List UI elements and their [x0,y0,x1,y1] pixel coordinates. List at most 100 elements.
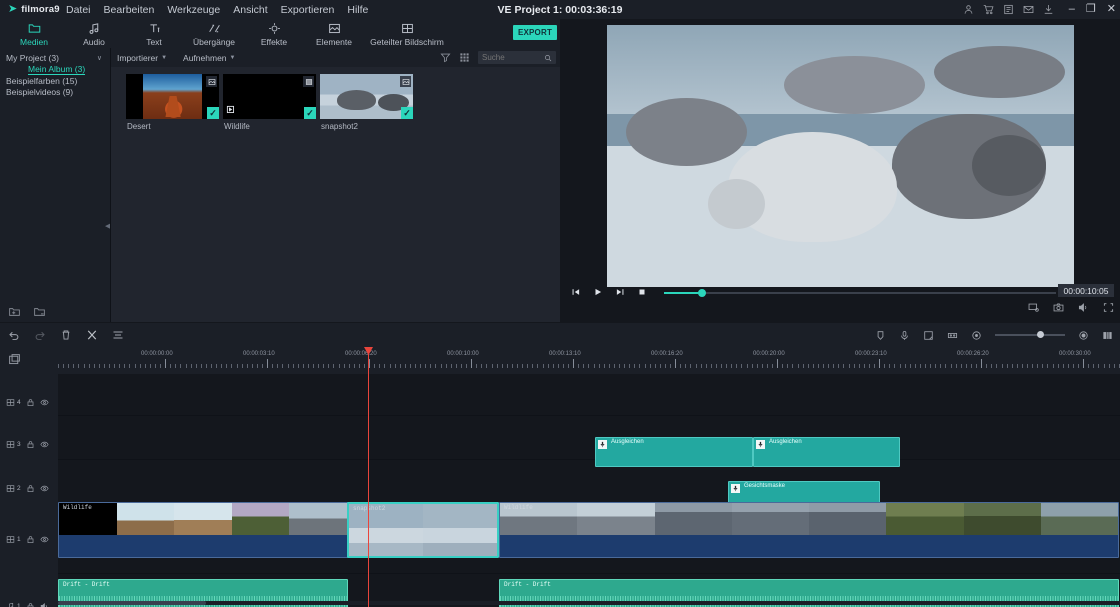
ruler-tick [83,364,85,368]
ruler-tick [262,364,263,368]
snapshot-screen-icon[interactable] [1028,302,1039,313]
search-icon[interactable] [544,54,552,62]
timeline-clip-wildlife-2[interactable]: Wildlife [499,502,1119,558]
remove-folder-icon[interactable] [33,306,46,318]
ribbon-tab-elemente[interactable]: Elemente [304,20,364,47]
lock-icon[interactable] [26,398,35,407]
menu-item-ansicht[interactable]: Ansicht [233,4,267,16]
account-icon[interactable] [963,4,974,15]
media-item-snapshot2[interactable]: ✓ snapshot2 [320,74,413,131]
library-item-beispielvideos[interactable]: Beispielvideos (9) [0,87,110,99]
timeline-clip-wildlife-1[interactable]: Wildlife [58,502,348,558]
eye-icon[interactable] [40,484,49,493]
import-dropdown[interactable]: Importierer ▼ [117,53,167,63]
play-button[interactable] [587,287,609,297]
menu-item-hilfe[interactable]: Hilfe [347,4,368,16]
panel-resize-handle[interactable]: ◀ [105,223,110,241]
minimize-button[interactable]: – [1069,4,1075,15]
redo-icon[interactable] [34,329,46,341]
delete-icon[interactable] [60,329,72,341]
tutorial-icon[interactable] [1003,4,1014,15]
close-button[interactable]: ✕ [1107,4,1116,15]
library-item-mein-album[interactable]: Mein Album (3) [0,64,110,76]
ribbon-tab-geteilter-bildschirm[interactable]: Geteilter Bildschirm [364,20,450,47]
media-thumbnail[interactable]: ✓ [320,74,413,119]
prev-frame-button[interactable] [565,287,587,297]
volume-icon[interactable] [1078,302,1089,313]
lock-icon[interactable] [26,440,35,449]
track-header-v3[interactable]: 3 [0,434,58,454]
camera-icon[interactable] [1053,302,1064,313]
split-scissors-icon[interactable] [86,329,98,341]
selected-check-icon[interactable]: ✓ [304,107,316,119]
lock-icon[interactable] [26,484,35,493]
scrubber-knob[interactable] [698,288,706,297]
timeline-clip-snapshot2[interactable]: snapshot2 [347,502,499,558]
selected-check-icon[interactable]: ✓ [401,107,413,119]
media-thumbnail[interactable]: ✓ [223,74,316,119]
ribbon-tab-uebergaenge[interactable]: Übergänge [184,20,244,47]
eye-icon[interactable] [40,535,49,544]
timeline-zoom-slider[interactable] [995,331,1065,338]
track-header-a1[interactable]: 1 [0,596,58,607]
media-item-wildlife[interactable]: ✓ Wildlife [223,74,316,131]
preview-scrubber[interactable] [664,288,1056,297]
crop-icon[interactable] [875,330,886,341]
voiceover-mic-icon[interactable] [899,330,910,341]
timeline-ruler[interactable]: 00:00:00:00 00:00:03:10 00:00:06:20 00:00:1… [0,347,1120,374]
export-button[interactable]: EXPORT [513,25,557,40]
eye-icon[interactable] [40,398,49,407]
cart-icon[interactable] [983,4,994,15]
split-view-icon[interactable] [1102,330,1113,341]
zoom-in-icon[interactable] [1078,330,1089,341]
chevron-down-icon[interactable]: ∨ [97,54,102,62]
search-input[interactable] [482,53,542,62]
library-item-my-project[interactable]: My Project (3) ∨ [0,52,110,64]
menu-item-bearbeiten[interactable]: Bearbeiten [104,4,155,16]
eye-icon[interactable] [40,440,49,449]
zoom-slider-knob[interactable] [1037,331,1044,338]
record-dropdown[interactable]: Aufnehmen ▼ [183,53,235,63]
timeline-horizontal-scrollbar[interactable] [58,601,206,605]
track-header-v1[interactable]: 1 [0,529,58,549]
media-thumbnail[interactable]: ✓ [126,74,219,119]
speaker-icon[interactable] [40,602,49,607]
marker-icon[interactable] [947,330,958,341]
zoom-out-icon[interactable] [971,330,982,341]
library-item-beispielfarben[interactable]: Beispielfarben (15) [0,75,110,87]
mail-icon[interactable] [1023,4,1034,15]
video-preview[interactable] [607,25,1074,287]
timeline-snapshot-icon[interactable] [8,353,21,371]
menu-item-exportieren[interactable]: Exportieren [281,4,335,16]
fullscreen-icon[interactable] [1103,302,1114,313]
undo-icon[interactable] [8,329,20,341]
timeline-clip-ausgleichen-1[interactable]: Ausgleichen [595,437,753,467]
ribbon-tab-text[interactable]: Text [124,20,184,47]
ruler-label: 00:00:16:20 [651,351,683,357]
ribbon-tab-medien[interactable]: Medien [4,20,64,49]
track-header-v2[interactable]: 2 [0,478,58,498]
lock-icon[interactable] [26,535,35,544]
timeline-scroll-groove[interactable] [58,601,1120,605]
align-icon[interactable] [112,329,124,341]
next-frame-button[interactable] [609,287,631,297]
color-tune-icon[interactable] [923,330,934,341]
menu-item-werkzeuge[interactable]: Werkzeuge [167,4,220,16]
ribbon-tab-effekte[interactable]: Effekte [244,20,304,47]
track-header-v4[interactable]: 4 [0,392,58,412]
selected-check-icon[interactable]: ✓ [207,107,219,119]
search-box[interactable] [478,51,556,64]
maximize-button[interactable]: ❐ [1086,4,1096,15]
timeline-clip-ausgleichen-2[interactable]: Ausgleichen [753,437,900,467]
media-item-desert[interactable]: ✓ Desert [126,74,219,131]
funnel-icon[interactable] [440,52,451,63]
playhead[interactable] [364,347,373,607]
add-folder-icon[interactable] [8,306,21,318]
ribbon-tab-audio[interactable]: Audio [64,20,124,47]
preview-timecode[interactable]: 00:00:10:05 [1058,284,1114,297]
stop-button[interactable] [631,287,653,297]
lock-icon[interactable] [26,602,35,607]
menu-item-datei[interactable]: Datei [66,4,91,16]
download-icon[interactable] [1043,4,1054,15]
grid-view-icon[interactable] [459,52,470,63]
